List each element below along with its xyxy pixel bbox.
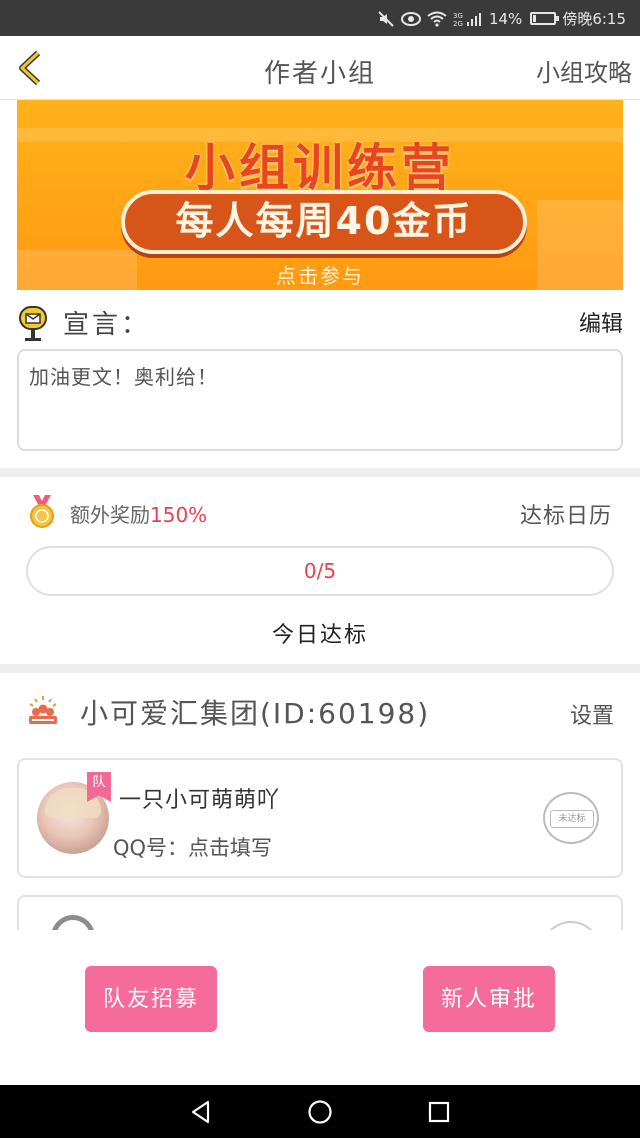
system-nav-bar <box>0 1085 640 1138</box>
member-card[interactable]: 队 一只小可萌萌吖 QQ号：点击填写 未达标 <box>17 758 623 878</box>
battery-level-fill <box>533 15 537 22</box>
status-stamp-text: 未达标 <box>550 810 594 828</box>
group-guide-link[interactable]: 小组攻略 <box>536 53 632 88</box>
battery-icon <box>530 12 560 25</box>
mailbox-icon <box>19 306 47 341</box>
clock: 傍晚6:15 <box>562 10 626 28</box>
status-bar: 3G 2G 14% 傍晚6:15 <box>0 0 640 36</box>
group-name: 小可爱汇集团(ID:60198) <box>80 697 431 730</box>
weekly-progress-bar: 0/5 <box>26 546 614 596</box>
home-circle-icon[interactable] <box>307 1099 333 1125</box>
mute-icon <box>378 10 394 27</box>
status-stamp-icon: 未达标 <box>543 792 599 844</box>
medal-icon <box>30 495 54 528</box>
back-triangle-icon[interactable] <box>188 1099 214 1125</box>
manifesto-text: 加油更文！奥利给！ <box>17 349 623 451</box>
status-icons: 3G 2G 14% 傍晚6:15 <box>377 8 626 29</box>
progress-text: 0/5 <box>303 559 337 583</box>
section-divider <box>0 468 640 477</box>
member-name: 一只小可萌萌吖 <box>119 788 281 813</box>
recents-square-icon[interactable] <box>426 1099 452 1125</box>
compliance-calendar-link[interactable]: 达标日历 <box>520 498 612 530</box>
battery-text: 14% <box>488 9 523 28</box>
eye-icon <box>400 11 421 26</box>
reward-row: 额外奖励150% 达标日历 <box>0 490 640 534</box>
approve-newcomers-button[interactable]: 新人审批 <box>423 966 555 1032</box>
extra-reward-text: 额外奖励 <box>70 503 150 527</box>
svg-text:2G: 2G <box>453 20 463 27</box>
training-camp-banner[interactable]: 小组训练营 每人每周40金币 点击参与 <box>17 100 623 290</box>
extra-reward-label: 额外奖励150% <box>70 499 207 528</box>
edit-manifesto-button[interactable]: 编辑 <box>579 306 623 338</box>
banner-highlight: 每人每周40金币 <box>121 190 527 254</box>
today-compliance-label: 今日达标 <box>271 623 368 648</box>
recruit-teammates-button[interactable]: 队友招募 <box>85 966 217 1032</box>
manifesto-header: 宣言： 编辑 <box>17 302 623 342</box>
nav-bar: 作者小组 小组攻略 <box>0 36 640 100</box>
team-icon <box>29 696 57 724</box>
member-qq-field[interactable]: QQ号：点击填写 <box>113 832 272 862</box>
bottom-action-bar: 队友招募 新人审批 <box>0 930 640 1085</box>
section-divider <box>0 664 640 673</box>
signal-icon: 3G2G <box>453 12 481 27</box>
wifi-icon <box>427 11 447 27</box>
group-settings-button[interactable]: 设置 <box>570 698 614 730</box>
extra-reward-percent: 150% <box>150 503 208 527</box>
group-header: 小可爱汇集团(ID:60198) 设置 <box>0 688 640 736</box>
manifesto-label: 宣言： <box>63 310 151 340</box>
svg-text:3G: 3G <box>453 12 463 20</box>
banner-cta: 点击参与 <box>276 264 364 288</box>
